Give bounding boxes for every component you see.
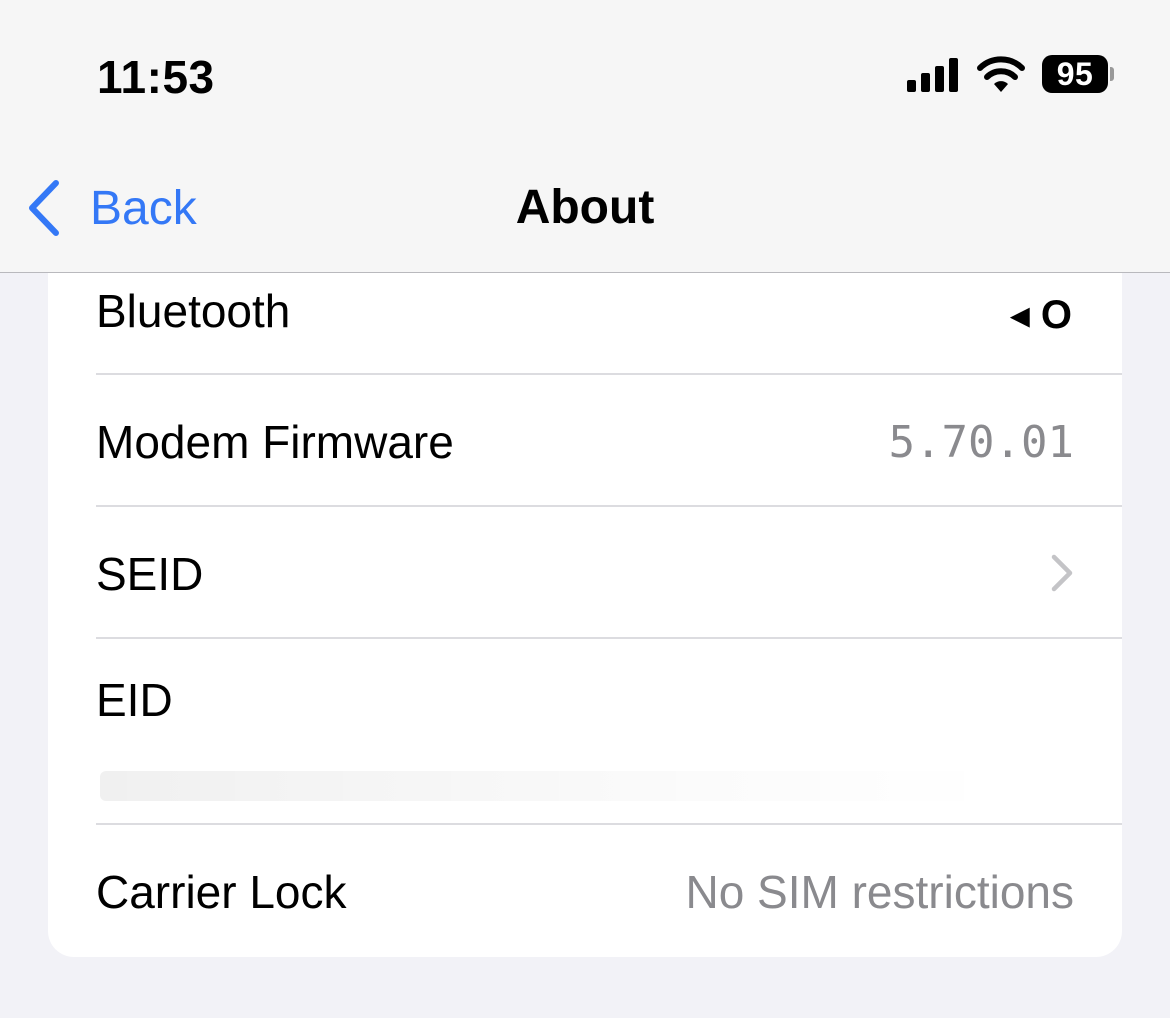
chevron-right-icon [1051, 554, 1073, 592]
page-title: About [515, 181, 655, 234]
carrier-lock-label: Carrier Lock [96, 866, 347, 918]
about-list: Bluetooth ◂ O Modem Firmware 5.70.01 SEI… [48, 230, 1122, 957]
row-seid[interactable]: SEID [96, 507, 1122, 639]
battery-icon: 95 [1042, 55, 1114, 93]
bluetooth-label: Bluetooth [96, 285, 291, 337]
row-carrier-lock: Carrier Lock No SIM restrictions [96, 825, 1122, 957]
carrier-lock-value: No SIM restrictions [685, 866, 1074, 918]
navigation-bar: 11:53 95 Back About [0, 0, 1170, 273]
eid-label: EID [96, 674, 173, 726]
bluetooth-value: ◂ O [1009, 293, 1072, 337]
seid-label: SEID [96, 548, 204, 600]
row-modem-firmware: Modem Firmware 5.70.01 [96, 375, 1122, 507]
battery-level: 95 [1042, 55, 1108, 93]
signal-icon [907, 56, 958, 92]
modem-firmware-label: Modem Firmware [96, 416, 454, 468]
wifi-icon [977, 56, 1025, 92]
status-icons: 95 [907, 52, 1114, 96]
status-time: 11:53 [97, 51, 215, 103]
eid-redacted-value [100, 771, 1000, 801]
row-eid: EID [96, 639, 1122, 825]
about-screen: Bluetooth ◂ O Modem Firmware 5.70.01 SEI… [0, 0, 1170, 1018]
modem-firmware-value: 5.70.01 [888, 417, 1074, 468]
